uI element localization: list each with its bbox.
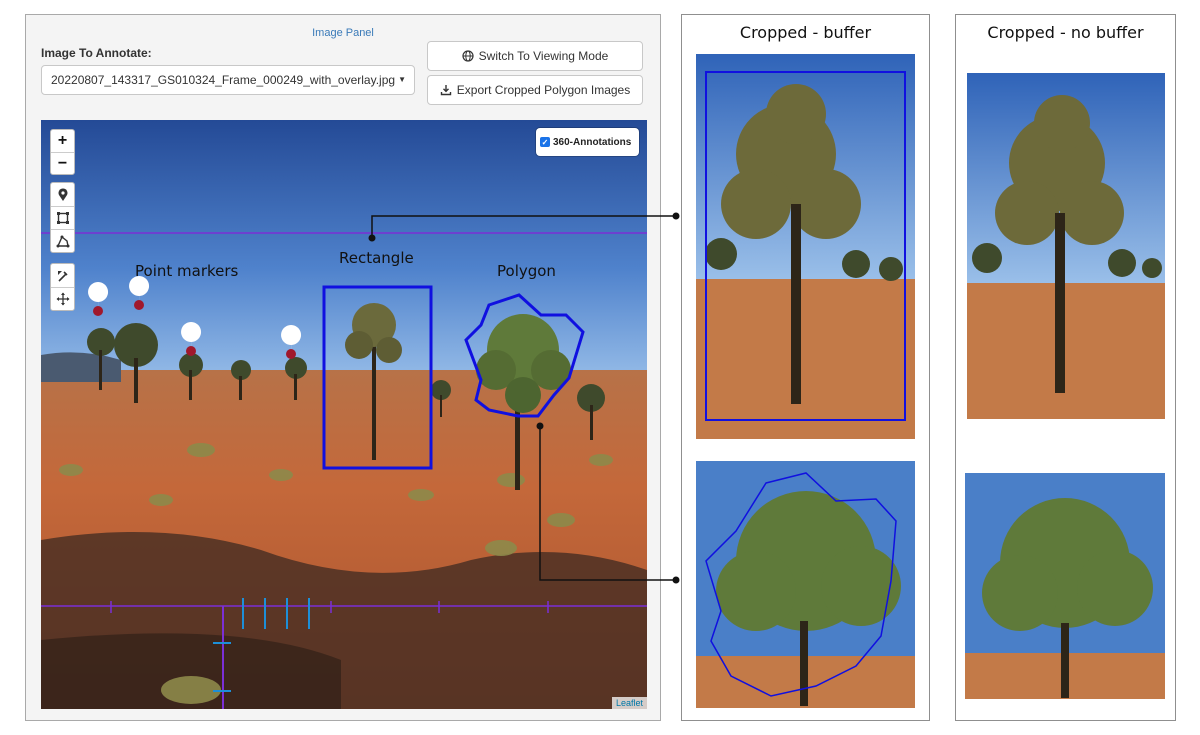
zoom-out-button[interactable]: − [51, 152, 74, 174]
layer-checkbox[interactable]: ✓ [540, 137, 550, 147]
export-cropped-label: Export Cropped Polygon Images [456, 83, 631, 97]
buffer-rectangle-crop [696, 54, 915, 439]
layer-toggle-label: 360-Annotations [553, 136, 632, 148]
image-select[interactable]: 20220807_143317_GS010324_Frame_000249_wi… [41, 65, 415, 95]
buffer-polygon-crop [696, 461, 915, 708]
chevron-down-icon: ▼ [398, 75, 406, 84]
app-root: Image Panel Image To Annotate: 20220807_… [0, 0, 1200, 735]
panorama-image [41, 120, 647, 709]
panel-title: Image Panel [312, 27, 374, 39]
point-markers-label: Point markers [135, 262, 239, 280]
rectangle-label: Rectangle [339, 249, 414, 267]
layer-toggle[interactable]: ✓ 360-Annotations [536, 128, 639, 156]
cropped-buffer-panel: Cropped - buffer [681, 14, 930, 721]
image-select-label: Image To Annotate: [41, 46, 152, 60]
export-cropped-button[interactable]: Export Cropped Polygon Images [427, 75, 643, 105]
switch-viewing-mode-label: Switch To Viewing Mode [478, 49, 609, 63]
cropped-nobuffer-title: Cropped - no buffer [987, 23, 1144, 42]
image-select-value: 20220807_143317_GS010324_Frame_000249_wi… [51, 73, 396, 87]
move-tool-icon[interactable] [51, 287, 74, 310]
nobuffer-polygon-crop [965, 473, 1165, 699]
image-panel: Image Panel Image To Annotate: 20220807_… [25, 14, 661, 721]
globe-icon [462, 50, 474, 62]
zoom-control: + − [50, 129, 75, 175]
leaflet-attribution[interactable]: Leaflet [611, 697, 647, 709]
edit-tool-icon[interactable] [51, 264, 74, 287]
nobuffer-rectangle-crop [967, 73, 1165, 419]
zoom-in-button[interactable]: + [51, 130, 74, 152]
polygon-tool-icon[interactable] [51, 229, 74, 252]
annotation-map[interactable]: + − ✓ 360-Annotations Point markers Rect… [41, 120, 647, 709]
cropped-buffer-title: Cropped - buffer [739, 23, 872, 42]
edit-toolbar [50, 263, 75, 311]
marker-tool-icon[interactable] [51, 183, 74, 206]
cropped-nobuffer-panel: Cropped - no buffer [955, 14, 1176, 721]
polygon-label: Polygon [497, 262, 556, 280]
rectangle-tool-icon[interactable] [51, 206, 74, 229]
draw-toolbar [50, 182, 75, 253]
download-icon [440, 84, 452, 96]
switch-viewing-mode-button[interactable]: Switch To Viewing Mode [427, 41, 643, 71]
